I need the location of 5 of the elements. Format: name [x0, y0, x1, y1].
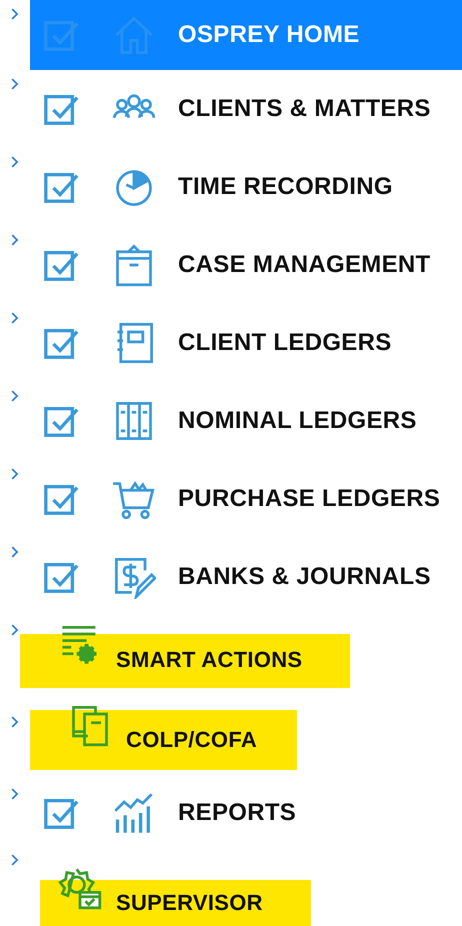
menu-item[interactable]: COLP/COFA: [30, 708, 462, 780]
gear-calendar-icon: [58, 866, 102, 910]
dollar-pen-icon: [112, 555, 156, 599]
menu-item[interactable]: SUPERVISOR: [30, 846, 462, 926]
menu-item[interactable]: OSPREY HOME: [30, 0, 462, 70]
